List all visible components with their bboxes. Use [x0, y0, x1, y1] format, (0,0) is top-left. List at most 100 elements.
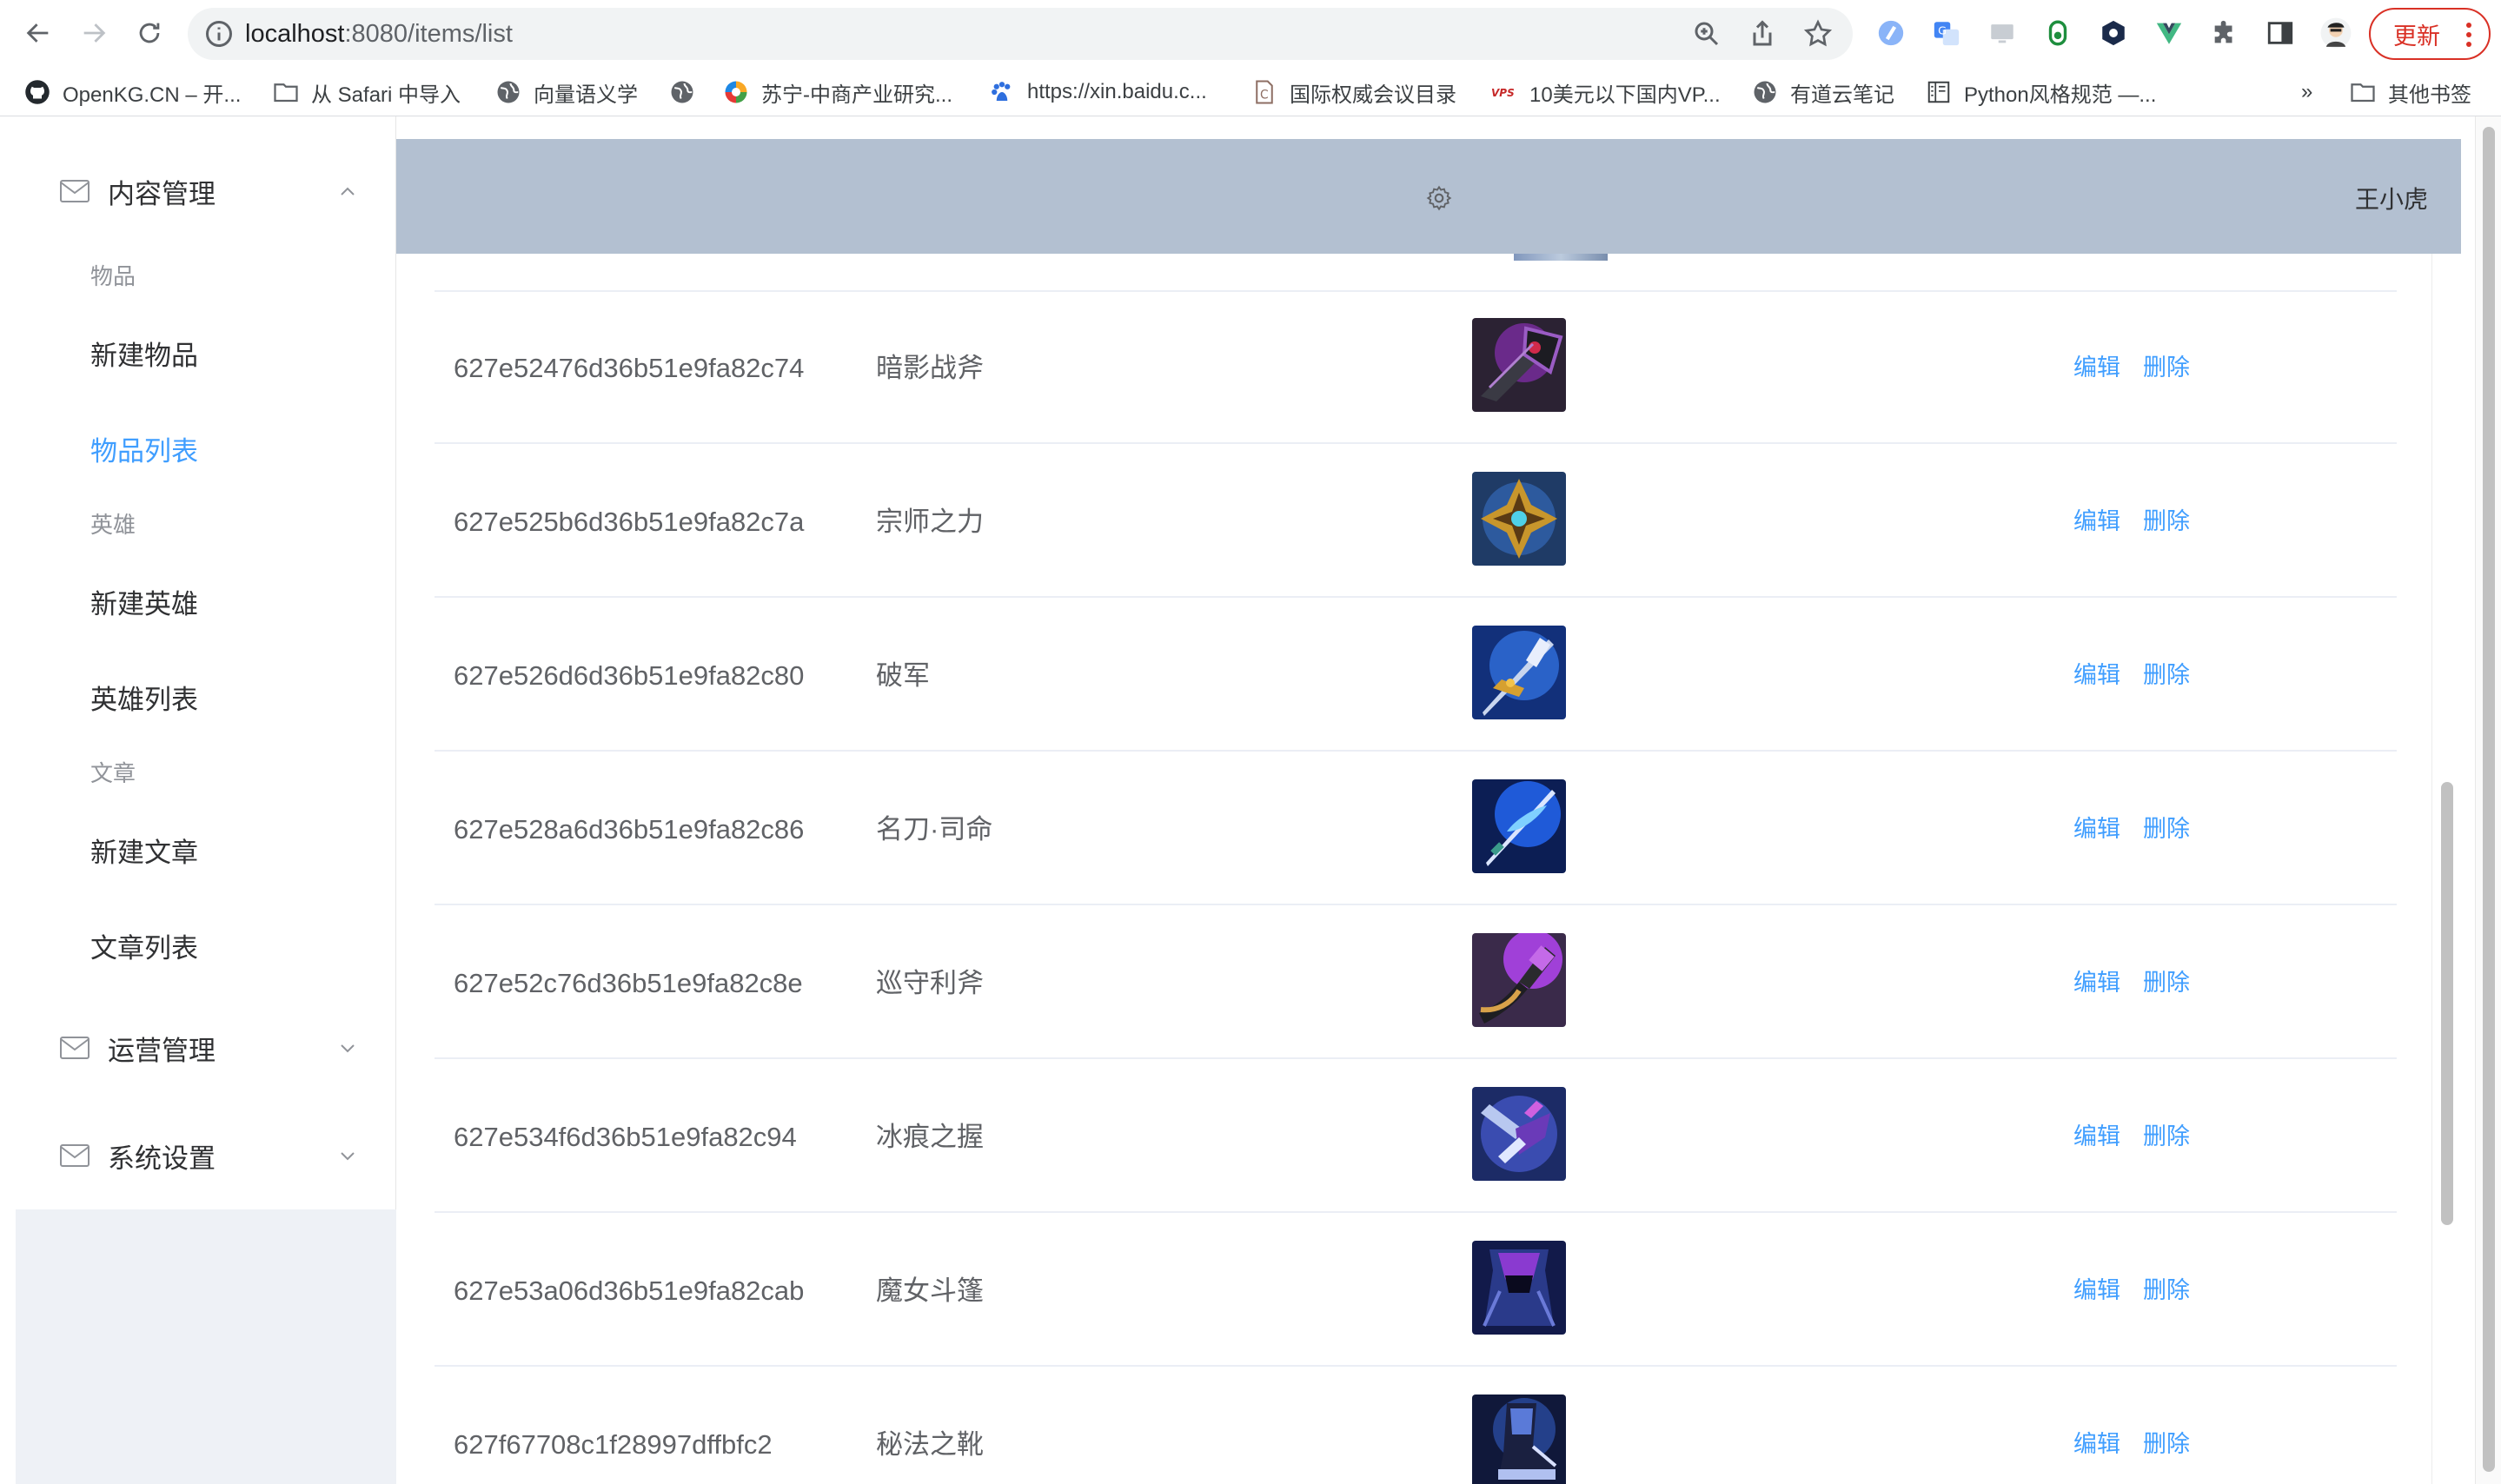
vue-devtools-icon[interactable]	[2152, 16, 2186, 50]
item-name: 宗师之力	[876, 507, 984, 537]
bookmark-baidu[interactable]: https://xin.baidu.c...	[989, 68, 1207, 116]
delete-button[interactable]: 删除	[2143, 907, 2190, 1059]
item-name: 魔女斗篷	[876, 1275, 984, 1306]
info-icon[interactable]	[203, 18, 235, 50]
delete-button[interactable]: 删除	[2143, 1215, 2190, 1367]
puzzle-icon[interactable]	[2207, 16, 2242, 50]
edit-button[interactable]: 编辑	[2073, 753, 2120, 905]
content-scrollbar[interactable]	[2431, 254, 2461, 1484]
bookmark-conference-list[interactable]: C 国际权威会议目录	[1251, 68, 1456, 116]
master-power-icon	[1472, 472, 1566, 566]
share-icon[interactable]	[1747, 18, 1778, 50]
submenu-content-management[interactable]: 内容管理	[59, 165, 216, 217]
submenu-system-settings[interactable]: 系统设置	[59, 1130, 216, 1182]
edit-button[interactable]: 编辑	[2073, 1215, 2120, 1367]
chevron-down-icon[interactable]	[337, 1145, 358, 1166]
edit-button[interactable]: 编辑	[2073, 1368, 2120, 1484]
forward-button[interactable]	[70, 9, 118, 57]
item-id: 627e526d6d36b51e9fa82c80	[454, 660, 805, 691]
globe-icon	[671, 81, 693, 103]
delete-button[interactable]: 删除	[2143, 292, 2190, 444]
side-panel-icon[interactable]	[2263, 16, 2298, 50]
bookmark-vector-semantics[interactable]: 向量语义学	[495, 68, 638, 116]
bookmark-safari-folder[interactable]: 从 Safari 中导入	[273, 68, 461, 116]
update-label: 更新	[2393, 23, 2440, 50]
other-bookmarks[interactable]: 其他书签	[2350, 68, 2471, 116]
edit-button[interactable]: 编辑	[2073, 446, 2120, 598]
screen-capture-icon[interactable]	[1985, 16, 2020, 50]
menu-item-item-list[interactable]: 物品列表	[90, 429, 198, 468]
menu-item-create-item[interactable]: 新建物品	[90, 334, 198, 373]
table-row: 627e525b6d36b51e9fa82c7a 宗师之力 编辑 删除	[435, 446, 2397, 598]
delete-button[interactable]: 删除	[2143, 446, 2190, 598]
table-row: 627e52c76d36b51e9fa82c8e 巡守利斧 编辑 删除	[435, 907, 2397, 1059]
bookmarks-overflow-button[interactable]: »	[2301, 68, 2312, 116]
frost-grip-icon	[1472, 1087, 1566, 1181]
edit-button[interactable]: 编辑	[2073, 600, 2120, 752]
reload-icon	[139, 23, 160, 43]
chevron-up-icon[interactable]	[337, 181, 358, 202]
bookmark-openkg[interactable]: OpenKG.CN – 开...	[24, 68, 241, 116]
app-header: 王小虎	[396, 139, 2461, 254]
mail-icon	[60, 1144, 90, 1167]
bookmark-globe[interactable]	[669, 68, 707, 116]
zoom-icon[interactable]	[1691, 18, 1722, 50]
menu-item-hero-list[interactable]: 英雄列表	[90, 678, 198, 717]
profile-avatar-icon[interactable]	[2319, 16, 2353, 50]
bookmark-python-style[interactable]: Python风格规范 —...	[1926, 68, 2156, 116]
item-id: 627e528a6d36b51e9fa82c86	[454, 814, 805, 845]
menu-item-article-list[interactable]: 文章列表	[90, 926, 198, 965]
star-icon[interactable]	[1802, 18, 1834, 50]
page-scrollbar[interactable]	[2475, 116, 2501, 1484]
bookmark-youdao[interactable]: 有道云笔记	[1752, 68, 1894, 116]
browser-toolbar: localhost:8080/items/list G 更新	[0, 0, 2501, 68]
table-row: 627e52476d36b51e9fa82c74 暗影战斧 编辑 删除	[435, 292, 2397, 444]
delete-button[interactable]: 删除	[2143, 1061, 2190, 1213]
table-row: 627e534f6d36b51e9fa82c94 冰痕之握 编辑 删除	[435, 1061, 2397, 1213]
delete-button[interactable]: 删除	[2143, 1368, 2190, 1484]
submenu-operations[interactable]: 运营管理	[59, 1022, 216, 1074]
globe-icon	[497, 81, 520, 103]
admin-app: 内容管理 物品 新建物品 物品列表 英雄 新建英雄 英雄列表 文章 新建文章 文…	[0, 116, 2501, 1484]
item-id: 627e52c76d36b51e9fa82c8e	[454, 968, 803, 998]
chevron-down-icon[interactable]	[337, 1037, 358, 1058]
back-button[interactable]	[14, 9, 63, 57]
address-bar[interactable]: localhost:8080/items/list	[188, 8, 1853, 60]
translate-icon[interactable]: G	[1929, 16, 1964, 50]
vps-icon: VPS	[1491, 87, 1515, 99]
baidu-icon	[992, 82, 1011, 101]
content-scrollbar-thumb[interactable]	[2441, 782, 2453, 1225]
extension-green-icon[interactable]	[2040, 16, 2075, 50]
famed-blade-icon	[1472, 779, 1566, 873]
extension-blue-icon[interactable]	[1874, 16, 1908, 50]
menu-item-create-hero[interactable]: 新建英雄	[90, 582, 198, 621]
table-row: 627e53a06d36b51e9fa82cab 魔女斗篷 编辑 删除	[435, 1215, 2397, 1367]
update-button[interactable]: 更新	[2369, 8, 2491, 60]
arrow-left-icon	[26, 23, 49, 43]
bookmark-suning[interactable]: 苏宁-中商产业研究...	[723, 68, 952, 116]
item-id: 627f67708c1f28997dffbfc2	[454, 1429, 773, 1460]
group-title-heroes: 英雄	[90, 512, 136, 538]
item-id: 627e534f6d36b51e9fa82c94	[454, 1122, 797, 1152]
page-scrollbar-thumb[interactable]	[2483, 127, 2495, 1472]
user-name[interactable]: 王小虎	[2355, 181, 2428, 215]
edit-button[interactable]: 编辑	[2073, 1061, 2120, 1213]
item-name: 秘法之靴	[876, 1429, 984, 1460]
more-vertical-icon	[2466, 23, 2471, 47]
book-icon	[1927, 81, 1950, 103]
main-content: 627e52476d36b51e9fa82c74 暗影战斧 编辑 删除 627e…	[396, 254, 2461, 1484]
bookmark-vps[interactable]: VPS 10美元以下国内VP...	[1491, 68, 1721, 116]
delete-button[interactable]: 删除	[2143, 600, 2190, 752]
item-name: 名刀·司命	[876, 814, 993, 845]
edit-button[interactable]: 编辑	[2073, 907, 2120, 1059]
suning-icon	[725, 81, 747, 103]
item-name: 暗影战斧	[876, 353, 984, 383]
delete-button[interactable]: 删除	[2143, 753, 2190, 905]
mail-icon	[60, 180, 90, 202]
previous-row-image-edge	[1514, 254, 1608, 261]
gear-icon[interactable]	[1425, 184, 1453, 212]
edit-button[interactable]: 编辑	[2073, 292, 2120, 444]
menu-item-create-article[interactable]: 新建文章	[90, 831, 198, 870]
reload-button[interactable]	[125, 9, 174, 57]
extension-hex-icon[interactable]	[2096, 16, 2131, 50]
